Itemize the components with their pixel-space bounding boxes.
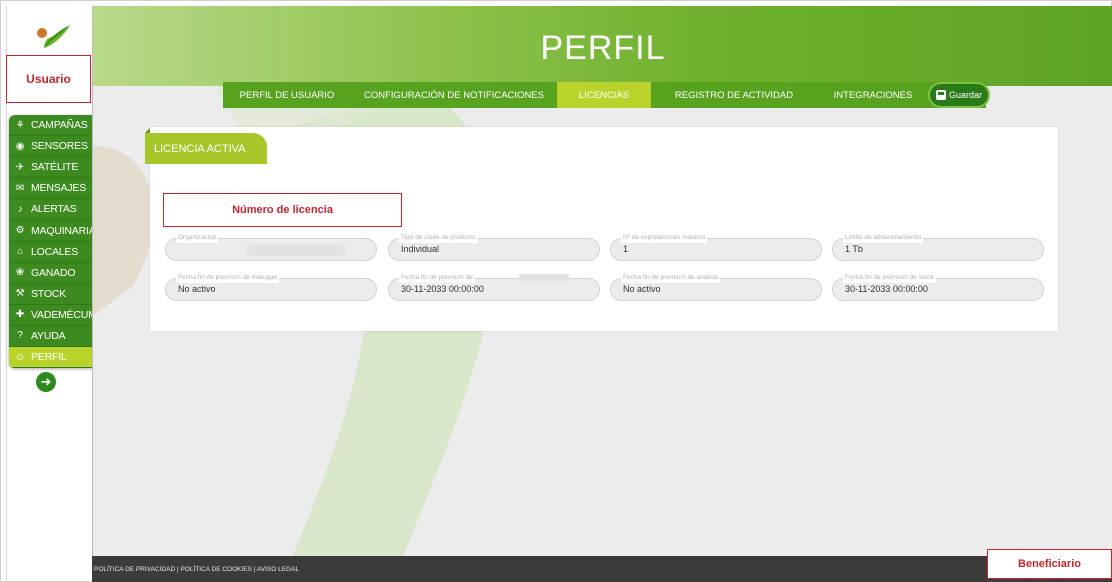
field-num-explotaciones[interactable]: Nº de explotaciones máximo 1 <box>610 233 822 261</box>
sidebar-item-label: SENSORES <box>31 140 88 153</box>
redacted-label <box>519 274 569 281</box>
bell-icon: ♪ <box>17 203 23 215</box>
sidebar-item-sensores[interactable]: ◉ SENSORES <box>9 136 98 158</box>
sidebar-item-label: VADEMÉCUM <box>31 308 97 321</box>
field-label: Tipo de clave de producto <box>399 233 478 243</box>
footer: POLÍTICA DE PRIVACIDAD | POLÍTICA DE COO… <box>92 549 1112 582</box>
tab-integraciones[interactable]: INTEGRACIONES <box>817 82 929 108</box>
sidebar-item-label: STOCK <box>31 287 66 300</box>
field-organizacion[interactable]: Organización <box>165 233 377 261</box>
header-banner: PERFIL <box>93 6 1112 86</box>
medkit-icon: ✚ <box>15 309 25 321</box>
tractor-icon: ⚙ <box>15 225 25 237</box>
field-label: Límite de almacenamiento <box>843 233 924 243</box>
user-circle-icon: ☺ <box>14 351 25 363</box>
sidebar-item-alertas[interactable]: ♪ ALERTAS <box>9 199 98 221</box>
field-label: Organización <box>176 233 219 243</box>
field-value: Individual <box>401 244 440 254</box>
sidebar-item-ayuda[interactable]: ? AYUDA <box>9 326 98 348</box>
sidebar-item-label: PERFIL <box>31 351 67 364</box>
question-icon: ? <box>17 330 23 342</box>
field-label: Nº de explotaciones máximo <box>621 233 708 243</box>
field-premium-de[interactable]: Fecha fin de premium de 30-11-2033 00:00… <box>388 273 600 301</box>
license-card: LICENCIA ACTIVA Número de licencia Organ… <box>145 127 1058 331</box>
field-premium-analisis[interactable]: Fecha fin de premium de análisis No acti… <box>610 273 822 301</box>
sidebar-item-locales[interactable]: ⌂ LOCALES <box>9 242 98 263</box>
sidebar-item-label: MAQUINARIA <box>31 224 96 237</box>
field-value: 1 Tb <box>845 244 863 254</box>
signal-icon: ◉ <box>15 140 25 152</box>
building-icon: ⌂ <box>17 246 23 258</box>
sidebar-item-label: AYUDA <box>31 329 66 342</box>
beneficiario-annotation: Beneficiario <box>987 549 1112 579</box>
cow-icon: ❀ <box>15 267 25 279</box>
plant-icon: ⚘ <box>15 119 25 131</box>
field-premium-stock[interactable]: Fecha fin de premium de stock 30-11-2033… <box>832 273 1044 301</box>
tab-licencias[interactable]: LICENCIAS <box>557 82 651 108</box>
envelope-icon: ✉ <box>15 182 25 194</box>
sidebar-item-perfil[interactable]: ☺ PERFIL <box>9 347 98 369</box>
logout-icon[interactable]: ➜ <box>36 372 56 392</box>
tab-registro-de-actividad[interactable]: REGISTRO DE ACTIVIDAD <box>651 82 817 108</box>
satellite-icon: ✈ <box>15 161 25 173</box>
card-title: LICENCIA ACTIVA <box>145 128 267 164</box>
save-icon <box>935 90 946 100</box>
usuario-annotation: Usuario <box>6 55 91 103</box>
sidebar-item-stock[interactable]: ⚒ STOCK <box>9 284 98 305</box>
field-limite-almacenamiento[interactable]: Límite de almacenamiento 1 Tb <box>832 233 1044 261</box>
main-menu: ⚘ CAMPAÑAS ◉ SENSORES ✈ SATÉLITE ✉ MENSAJES ♪ ALE… <box>9 115 98 369</box>
field-tipo-clave-producto[interactable]: Tipo de clave de producto Individual <box>388 233 600 261</box>
footer-links[interactable]: POLÍTICA DE PRIVACIDAD | POLÍTICA DE COO… <box>94 566 299 573</box>
field-premium-manager[interactable]: Fecha fin de premium de mánager No activ… <box>165 273 377 301</box>
main-area: PERFIL PERFIL DE USUARIO CONFIGURACIÓN D… <box>92 6 1112 556</box>
sidebar-item-satelite[interactable]: ✈ SATÉLITE <box>9 157 98 179</box>
save-button[interactable]: Guardar <box>928 82 990 108</box>
profile-tabs: PERFIL DE USUARIO CONFIGURACIÓN DE NOTIF… <box>223 82 986 108</box>
tools-icon: ⚒ <box>15 288 25 300</box>
field-value: 30-11-2033 00:00:00 <box>401 284 484 294</box>
tab-configuracion-notificaciones[interactable]: CONFIGURACIÓN DE NOTIFICACIONES <box>351 82 557 108</box>
field-value: No activo <box>623 284 661 294</box>
field-value: 30-11-2033 00:00:00 <box>845 284 928 294</box>
field-label: Fecha fin de premium de análisis <box>621 273 721 283</box>
page-title: PERFIL <box>540 29 666 67</box>
numero-licencia-annotation: Número de licencia <box>163 193 402 227</box>
field-value: 1 <box>623 244 629 254</box>
sidebar-item-label: MENSAJES <box>31 182 86 195</box>
sidebar-item-vademecum[interactable]: ✚ VADEMÉCUM <box>9 305 98 326</box>
sidebar-item-mensajes[interactable]: ✉ MENSAJES <box>9 178 98 200</box>
field-label: Fecha fin de premium de mánager <box>176 273 280 283</box>
tab-perfil-de-usuario[interactable]: PERFIL DE USUARIO <box>223 82 351 108</box>
sidebar-item-ganado[interactable]: ❀ GANADO <box>9 263 98 284</box>
sidebar-item-label: CAMPAÑAS <box>31 119 88 132</box>
sidebar-item-campanas[interactable]: ⚘ CAMPAÑAS <box>9 115 98 137</box>
field-label: Fecha fin de premium de stock <box>843 273 936 283</box>
field-value: No activo <box>178 284 216 294</box>
sidebar-item-label: SATÉLITE <box>31 161 79 174</box>
sidebar-item-label: ALERTAS <box>31 203 77 216</box>
redacted-value <box>246 244 346 256</box>
sidebar-item-label: GANADO <box>31 266 76 279</box>
sidebar-item-maquinaria[interactable]: ⚙ MAQUINARIA <box>9 220 98 242</box>
app-logo <box>37 25 70 48</box>
field-label: Fecha fin de premium de <box>399 273 475 283</box>
sidebar-item-label: LOCALES <box>31 245 79 258</box>
save-button-label: Guardar <box>948 90 983 100</box>
